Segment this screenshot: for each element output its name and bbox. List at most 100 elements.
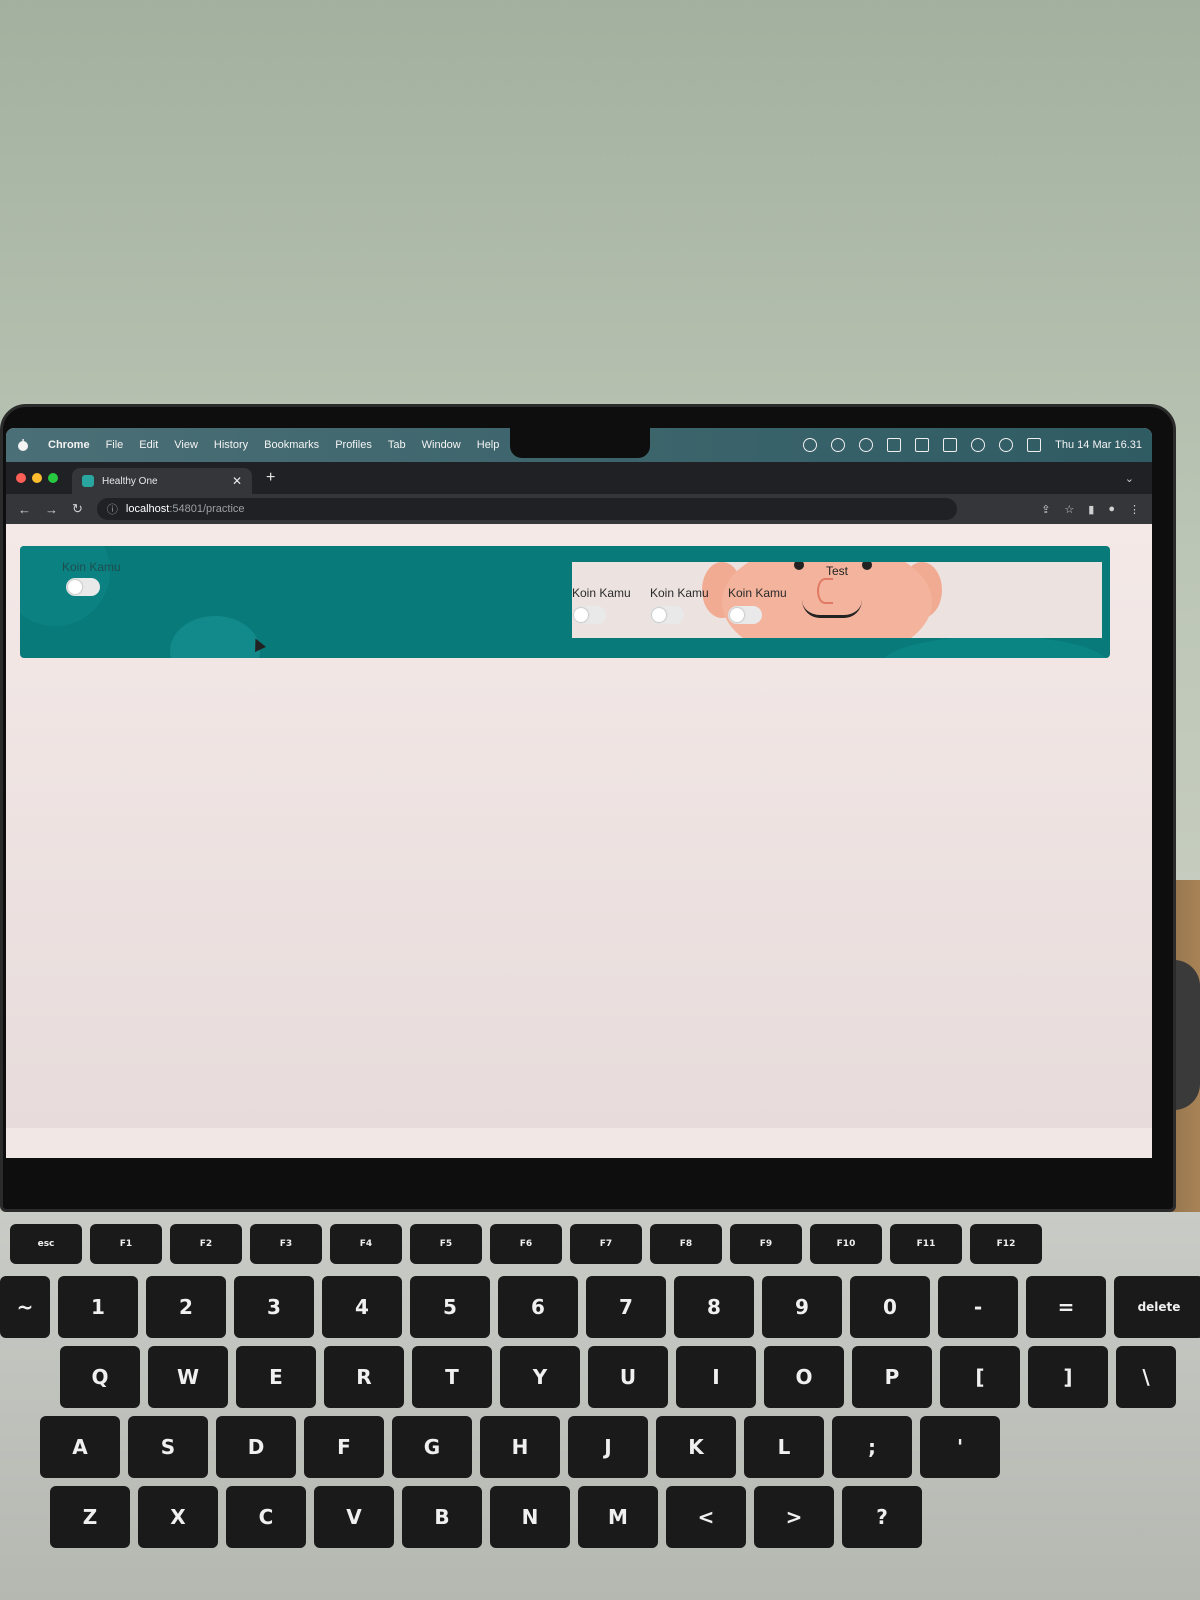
- wifi-icon[interactable]: [971, 438, 986, 452]
- menu-window[interactable]: Window: [422, 439, 461, 451]
- display-icon[interactable]: [915, 438, 930, 452]
- key-comma[interactable]: <: [666, 1486, 746, 1548]
- key-p[interactable]: P: [852, 1346, 932, 1408]
- key-v[interactable]: V: [314, 1486, 394, 1548]
- key-i[interactable]: I: [676, 1346, 756, 1408]
- key-f6[interactable]: F6: [490, 1224, 562, 1264]
- key-t[interactable]: T: [412, 1346, 492, 1408]
- key-r[interactable]: R: [324, 1346, 404, 1408]
- minimize-window-button[interactable]: [32, 473, 42, 483]
- key-f3[interactable]: F3: [250, 1224, 322, 1264]
- coin-toggle-switch[interactable]: [66, 578, 100, 596]
- key-6[interactable]: 6: [498, 1276, 578, 1338]
- maximize-window-button[interactable]: [48, 473, 58, 483]
- key-equals[interactable]: =: [1026, 1276, 1106, 1338]
- key-n[interactable]: N: [490, 1486, 570, 1548]
- key-left-bracket[interactable]: [: [940, 1346, 1020, 1408]
- new-tab-button[interactable]: +: [266, 469, 275, 487]
- key-1[interactable]: 1: [58, 1276, 138, 1338]
- key-f1[interactable]: F1: [90, 1224, 162, 1264]
- side-panel-icon[interactable]: ▮: [1088, 503, 1094, 516]
- key-s[interactable]: S: [128, 1416, 208, 1478]
- close-tab-icon[interactable]: ✕: [232, 474, 242, 488]
- key-5[interactable]: 5: [410, 1276, 490, 1338]
- key-h[interactable]: H: [480, 1416, 560, 1478]
- key-f4[interactable]: F4: [330, 1224, 402, 1264]
- key-period[interactable]: >: [754, 1486, 834, 1548]
- key-k[interactable]: K: [656, 1416, 736, 1478]
- key-x[interactable]: X: [138, 1486, 218, 1548]
- moon-icon[interactable]: [859, 438, 874, 452]
- key-9[interactable]: 9: [762, 1276, 842, 1338]
- coin-toggle-2[interactable]: [650, 606, 684, 624]
- control-center-icon[interactable]: [1027, 438, 1042, 452]
- key-f7[interactable]: F7: [570, 1224, 642, 1264]
- menu-help[interactable]: Help: [477, 439, 500, 451]
- key-j[interactable]: J: [568, 1416, 648, 1478]
- key-z[interactable]: Z: [50, 1486, 130, 1548]
- key-f11[interactable]: F11: [890, 1224, 962, 1264]
- key-b[interactable]: B: [402, 1486, 482, 1548]
- key-c[interactable]: C: [226, 1486, 306, 1548]
- menu-clock[interactable]: Thu 14 Mar 16.31: [1055, 439, 1142, 451]
- address-bar[interactable]: ⓘ localhost :54801/practice: [96, 498, 957, 520]
- key-e[interactable]: E: [236, 1346, 316, 1408]
- menu-bookmarks[interactable]: Bookmarks: [264, 439, 319, 451]
- key-backslash[interactable]: \: [1116, 1346, 1176, 1408]
- key-right-bracket[interactable]: ]: [1028, 1346, 1108, 1408]
- key-f9[interactable]: F9: [730, 1224, 802, 1264]
- search-icon[interactable]: [999, 438, 1014, 452]
- key-w[interactable]: W: [148, 1346, 228, 1408]
- bookmark-star-icon[interactable]: ☆: [1064, 503, 1074, 516]
- menu-tab[interactable]: Tab: [388, 439, 406, 451]
- key-3[interactable]: 3: [234, 1276, 314, 1338]
- share-icon[interactable]: ⇪: [1041, 503, 1050, 516]
- key-y[interactable]: Y: [500, 1346, 580, 1408]
- key-l[interactable]: L: [744, 1416, 824, 1478]
- key-q[interactable]: Q: [60, 1346, 140, 1408]
- key-f[interactable]: F: [304, 1416, 384, 1478]
- site-info-icon[interactable]: ⓘ: [107, 501, 118, 517]
- key-a[interactable]: A: [40, 1416, 120, 1478]
- key-delete[interactable]: delete: [1114, 1276, 1200, 1338]
- key-u[interactable]: U: [588, 1346, 668, 1408]
- reload-icon[interactable]: ↻: [72, 501, 83, 517]
- key-tilde[interactable]: ~: [0, 1276, 50, 1338]
- back-arrow-icon[interactable]: ←: [18, 502, 31, 517]
- key-f5[interactable]: F5: [410, 1224, 482, 1264]
- menu-view[interactable]: View: [174, 439, 198, 451]
- more-menu-icon[interactable]: ⋮: [1129, 503, 1140, 516]
- key-2[interactable]: 2: [146, 1276, 226, 1338]
- profile-icon[interactable]: ●: [1108, 503, 1115, 516]
- key-g[interactable]: G: [392, 1416, 472, 1478]
- coin-toggle-1[interactable]: [572, 606, 606, 624]
- key-quote[interactable]: ': [920, 1416, 1000, 1478]
- key-m[interactable]: M: [578, 1486, 658, 1548]
- forward-arrow-icon[interactable]: →: [45, 502, 58, 517]
- menu-file[interactable]: File: [106, 439, 124, 451]
- coin-toggle-3[interactable]: [728, 606, 762, 624]
- tab-search-chevron-icon[interactable]: ⌄: [1125, 472, 1134, 485]
- key-minus[interactable]: -: [938, 1276, 1018, 1338]
- key-8[interactable]: 8: [674, 1276, 754, 1338]
- key-f10[interactable]: F10: [810, 1224, 882, 1264]
- key-semicolon[interactable]: ;: [832, 1416, 912, 1478]
- key-o[interactable]: O: [764, 1346, 844, 1408]
- key-f8[interactable]: F8: [650, 1224, 722, 1264]
- browser-tab[interactable]: Healthy One ✕: [72, 468, 252, 494]
- key-4[interactable]: 4: [322, 1276, 402, 1338]
- menu-edit[interactable]: Edit: [139, 439, 158, 451]
- key-f12[interactable]: F12: [970, 1224, 1042, 1264]
- menu-profiles[interactable]: Profiles: [335, 439, 372, 451]
- close-window-button[interactable]: [16, 473, 26, 483]
- key-slash[interactable]: ?: [842, 1486, 922, 1548]
- record-icon[interactable]: [803, 438, 818, 452]
- headphones-icon[interactable]: [831, 438, 846, 452]
- key-0[interactable]: 0: [850, 1276, 930, 1338]
- key-7[interactable]: 7: [586, 1276, 666, 1338]
- menu-history[interactable]: History: [214, 439, 248, 451]
- battery-icon[interactable]: [943, 438, 958, 452]
- key-f2[interactable]: F2: [170, 1224, 242, 1264]
- key-d[interactable]: D: [216, 1416, 296, 1478]
- apple-icon[interactable]: [16, 438, 30, 452]
